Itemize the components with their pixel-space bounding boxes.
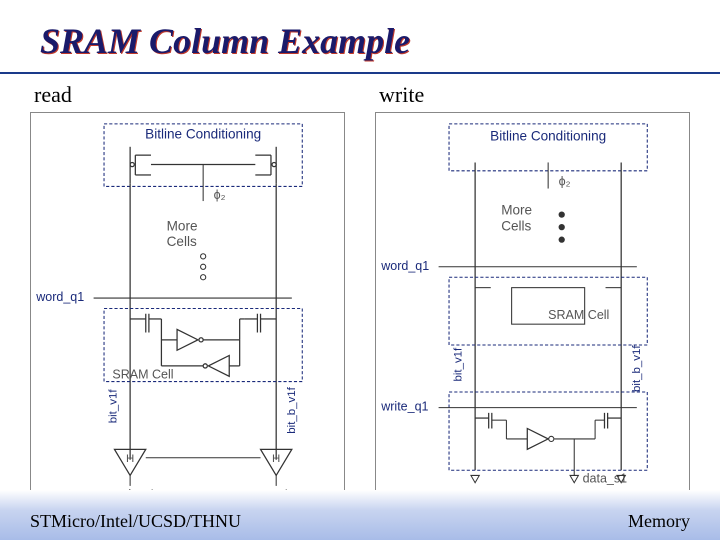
write-more-cells: More <box>501 203 532 218</box>
svg-text:Cells: Cells <box>501 218 531 233</box>
write-phi: ϕ₂ <box>559 174 571 188</box>
read-cell-label: SRAM Cell <box>112 367 173 381</box>
write-label: write <box>379 82 690 108</box>
read-sa-right: H <box>272 453 280 465</box>
read-diagram: Bitline Conditioning ϕ₂ <box>30 112 345 505</box>
read-phi: ϕ₂ <box>214 188 226 202</box>
slide-title: SRAM Column Example <box>0 0 720 74</box>
read-bit-left: bit_v1f <box>108 389 120 424</box>
write-q1: write_q1 <box>380 400 428 414</box>
footer: STMicro/Intel/UCSD/THNU Memory <box>0 490 720 540</box>
footer-left: STMicro/Intel/UCSD/THNU <box>30 511 241 532</box>
write-diagram: Bitline Conditioning ϕ₂ More Cells word_… <box>375 112 690 505</box>
read-label: read <box>34 82 345 108</box>
write-bitline-cond: Bitline Conditioning <box>490 129 606 144</box>
read-more-cells: More <box>167 218 198 233</box>
read-word: word_q1 <box>35 290 84 304</box>
read-bit-right: bit_b_v1f <box>286 386 298 433</box>
read-sa-left: H <box>126 453 134 465</box>
write-bit-right: bit_b_v1f <box>631 345 643 392</box>
content-area: read Bitline Conditioning <box>0 82 720 482</box>
write-word: word_q1 <box>380 259 429 273</box>
write-bit-left: bit_v1f <box>453 347 465 382</box>
write-column: write Bitline Conditioning ϕ₂ More Cells… <box>375 82 690 482</box>
write-cell-label: SRAM Cell <box>548 308 609 322</box>
read-bitline-cond: Bitline Conditioning <box>145 126 261 141</box>
svg-text:Cells: Cells <box>167 234 197 249</box>
footer-right: Memory <box>628 511 690 532</box>
read-column: read Bitline Conditioning <box>30 82 345 482</box>
write-data: data_s1 <box>583 472 628 486</box>
